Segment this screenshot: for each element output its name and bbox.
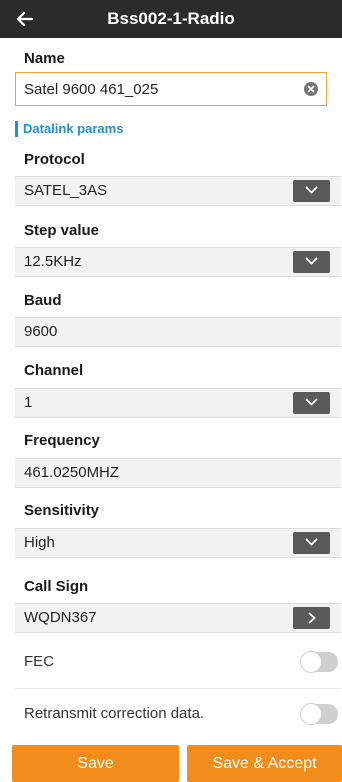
fec-label: FEC (24, 653, 54, 670)
retransmit-toggle-knob (300, 703, 322, 725)
channel-value: 1 (24, 394, 33, 411)
clear-icon[interactable] (304, 82, 318, 96)
call-sign-next-button[interactable] (293, 607, 330, 629)
protocol-select[interactable]: SATEL_3AS (15, 176, 341, 206)
fec-toggle[interactable] (300, 651, 338, 673)
sensitivity-value: High (24, 534, 55, 551)
step-value-dropdown-button[interactable] (293, 251, 330, 273)
save-button[interactable]: Save (12, 745, 179, 782)
name-label: Name (24, 50, 65, 67)
baud-label: Baud (24, 292, 62, 309)
protocol-value: SATEL_3AS (24, 182, 108, 199)
sensitivity-select[interactable]: High (15, 528, 341, 558)
channel-dropdown-button[interactable] (293, 392, 330, 414)
page-title: Bss002-1-Radio (107, 9, 235, 28)
fec-toggle-knob (300, 651, 322, 673)
step-value-label: Step value (24, 222, 100, 239)
channel-select[interactable]: 1 (15, 388, 341, 418)
retransmit-label: Retransmit correction data. (24, 705, 205, 722)
title-bar: Bss002-1-Radio (0, 0, 342, 38)
save-accept-button[interactable]: Save & Accept (187, 745, 342, 782)
step-value-select[interactable]: 12.5KHz (15, 247, 341, 277)
baud-value: 9600 (24, 323, 58, 340)
channel-label: Channel (24, 362, 84, 379)
protocol-label: Protocol (24, 151, 85, 168)
call-sign-field[interactable]: WQDN367 (15, 603, 341, 633)
protocol-dropdown-button[interactable] (293, 180, 330, 202)
name-input[interactable] (24, 73, 294, 105)
frequency-value: 461.0250MHZ (24, 464, 120, 481)
sensitivity-label: Sensitivity (24, 502, 100, 519)
call-sign-value: WQDN367 (24, 609, 97, 626)
call-sign-label: Call Sign (24, 578, 89, 595)
section-datalink-params: Datalink params (15, 121, 123, 137)
sensitivity-dropdown-button[interactable] (293, 532, 330, 554)
retransmit-toggle[interactable] (300, 703, 338, 725)
frequency-label: Frequency (24, 432, 100, 449)
baud-field: 9600 (15, 317, 341, 347)
frequency-field: 461.0250MHZ (15, 458, 341, 488)
step-value-value: 12.5KHz (24, 253, 82, 270)
divider (15, 688, 341, 689)
name-field[interactable] (15, 72, 327, 106)
